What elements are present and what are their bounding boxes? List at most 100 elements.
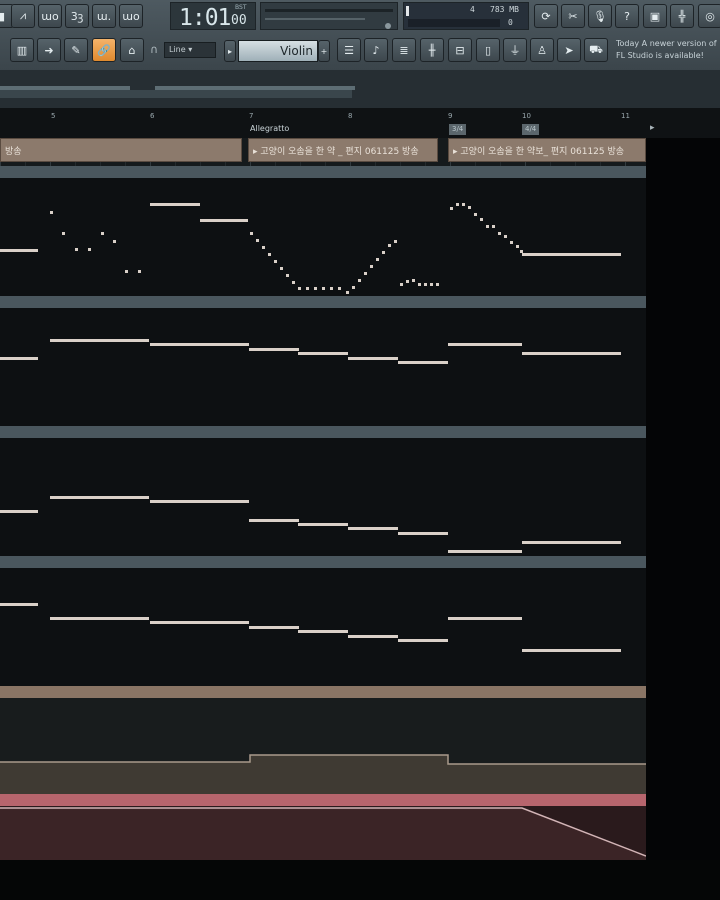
time-display[interactable]: 1:01 00 BST	[170, 2, 256, 31]
cut-button[interactable]: ✂	[561, 4, 585, 28]
text-clip[interactable]: ▸ 고양이 오솜을 한 약보_ 편지 061125 방송	[448, 138, 646, 162]
pattern-clip-body[interactable]	[0, 178, 646, 296]
note[interactable]	[348, 527, 398, 530]
countdown-button[interactable]: 3ꝫ	[65, 4, 89, 28]
link-button[interactable]: 🔗	[92, 38, 116, 62]
note[interactable]	[456, 203, 459, 206]
note[interactable]	[406, 280, 409, 283]
note[interactable]	[492, 225, 495, 228]
note[interactable]	[398, 639, 448, 642]
pitch-knob[interactable]	[385, 23, 391, 29]
browser-button[interactable]: ⊟	[448, 38, 472, 62]
note[interactable]	[0, 603, 38, 606]
note[interactable]	[150, 203, 200, 206]
empty-track-area[interactable]	[646, 138, 720, 860]
automation-clip-header[interactable]	[0, 794, 646, 806]
note[interactable]	[150, 343, 249, 346]
note[interactable]	[62, 232, 65, 235]
note[interactable]	[322, 287, 325, 290]
note[interactable]	[486, 225, 489, 228]
metronome-button[interactable]: ⩘	[11, 4, 35, 28]
plugin-button[interactable]: ⏚	[503, 38, 527, 62]
note[interactable]	[520, 250, 523, 253]
note[interactable]	[364, 272, 367, 275]
note[interactable]	[249, 626, 299, 629]
note[interactable]	[292, 281, 295, 284]
automation-clip-header[interactable]	[0, 686, 646, 698]
note[interactable]	[398, 361, 448, 364]
note[interactable]	[298, 523, 348, 526]
note[interactable]	[50, 211, 53, 214]
song-position-panel[interactable]	[260, 2, 398, 30]
note[interactable]	[382, 251, 385, 254]
pattern-clip-header[interactable]	[0, 556, 646, 568]
note[interactable]	[330, 287, 333, 290]
note[interactable]	[50, 496, 149, 499]
piano-roll-window-button[interactable]: ♪	[364, 38, 388, 62]
note[interactable]	[286, 274, 289, 277]
note[interactable]	[113, 240, 116, 243]
overview-scroll-thumb[interactable]	[0, 90, 352, 98]
note[interactable]	[348, 635, 398, 638]
note[interactable]	[314, 287, 317, 290]
playlist-button[interactable]: ☰	[337, 38, 361, 62]
note[interactable]	[249, 519, 299, 522]
arrow-button[interactable]: ➜	[37, 38, 61, 62]
mixer-window-button[interactable]: ╫	[420, 38, 444, 62]
help-button[interactable]: ?	[615, 4, 639, 28]
tools-button[interactable]: ♙	[530, 38, 554, 62]
pencil-button[interactable]: ✎	[64, 38, 88, 62]
channel-rack-button[interactable]: ≣	[392, 38, 416, 62]
note[interactable]	[338, 287, 341, 290]
text-clip[interactable]: ▸ 고양이 오솜을 한 약 _ 편지 061125 방송	[248, 138, 438, 162]
pattern-clip-header[interactable]	[0, 426, 646, 438]
note[interactable]	[358, 279, 361, 282]
automation-clip-body[interactable]	[0, 698, 646, 794]
note[interactable]	[249, 348, 299, 351]
pattern-clip-body[interactable]	[0, 568, 646, 686]
time-signature-marker[interactable]: 3/4	[449, 124, 467, 135]
save-button[interactable]: ▣	[643, 4, 667, 28]
note[interactable]	[280, 267, 283, 270]
note[interactable]	[306, 287, 309, 290]
loop-record-button[interactable]: ɯo	[38, 4, 62, 28]
note[interactable]	[298, 630, 348, 633]
automation-clip-body[interactable]	[0, 806, 646, 860]
note[interactable]	[424, 283, 427, 286]
piano-roll-button[interactable]: ▥	[10, 38, 34, 62]
note[interactable]	[498, 232, 501, 235]
volume-slider[interactable]	[265, 18, 365, 20]
note[interactable]	[376, 258, 379, 261]
note[interactable]	[0, 249, 38, 252]
prev-instrument-button[interactable]: ▸	[224, 40, 236, 62]
note[interactable]	[522, 352, 621, 355]
note[interactable]	[522, 253, 621, 256]
note[interactable]	[430, 283, 433, 286]
export-button[interactable]: ➤	[557, 38, 581, 62]
step-edit-button[interactable]: ɯ.	[92, 4, 116, 28]
note[interactable]	[510, 241, 513, 244]
text-clip[interactable]: 방송	[0, 138, 242, 162]
note[interactable]	[348, 357, 398, 360]
playlist-area[interactable]: 방송 ▸ 고양이 오솜을 한 약 _ 편지 061125 방송 ▸ 고양이 오솜…	[0, 138, 720, 860]
note[interactable]	[200, 219, 248, 222]
song-position-slider[interactable]	[265, 9, 393, 12]
pattern-clip-body[interactable]	[0, 308, 646, 426]
note[interactable]	[516, 245, 519, 248]
note[interactable]	[448, 343, 522, 346]
blend-notes-button[interactable]: ɯo	[119, 4, 143, 28]
news-panel[interactable]: Today A newer version of FL Studio is av…	[616, 38, 720, 62]
note[interactable]	[398, 532, 448, 535]
chat-button[interactable]: ◎	[698, 4, 720, 28]
note[interactable]	[388, 244, 391, 247]
note[interactable]	[101, 232, 104, 235]
note[interactable]	[504, 235, 507, 238]
note[interactable]	[268, 253, 271, 256]
playlist-overview[interactable]	[0, 70, 720, 108]
note[interactable]	[394, 240, 397, 243]
note[interactable]	[412, 279, 415, 282]
note[interactable]	[352, 286, 355, 289]
note[interactable]	[256, 239, 259, 242]
note[interactable]	[125, 270, 128, 273]
note[interactable]	[150, 621, 249, 624]
